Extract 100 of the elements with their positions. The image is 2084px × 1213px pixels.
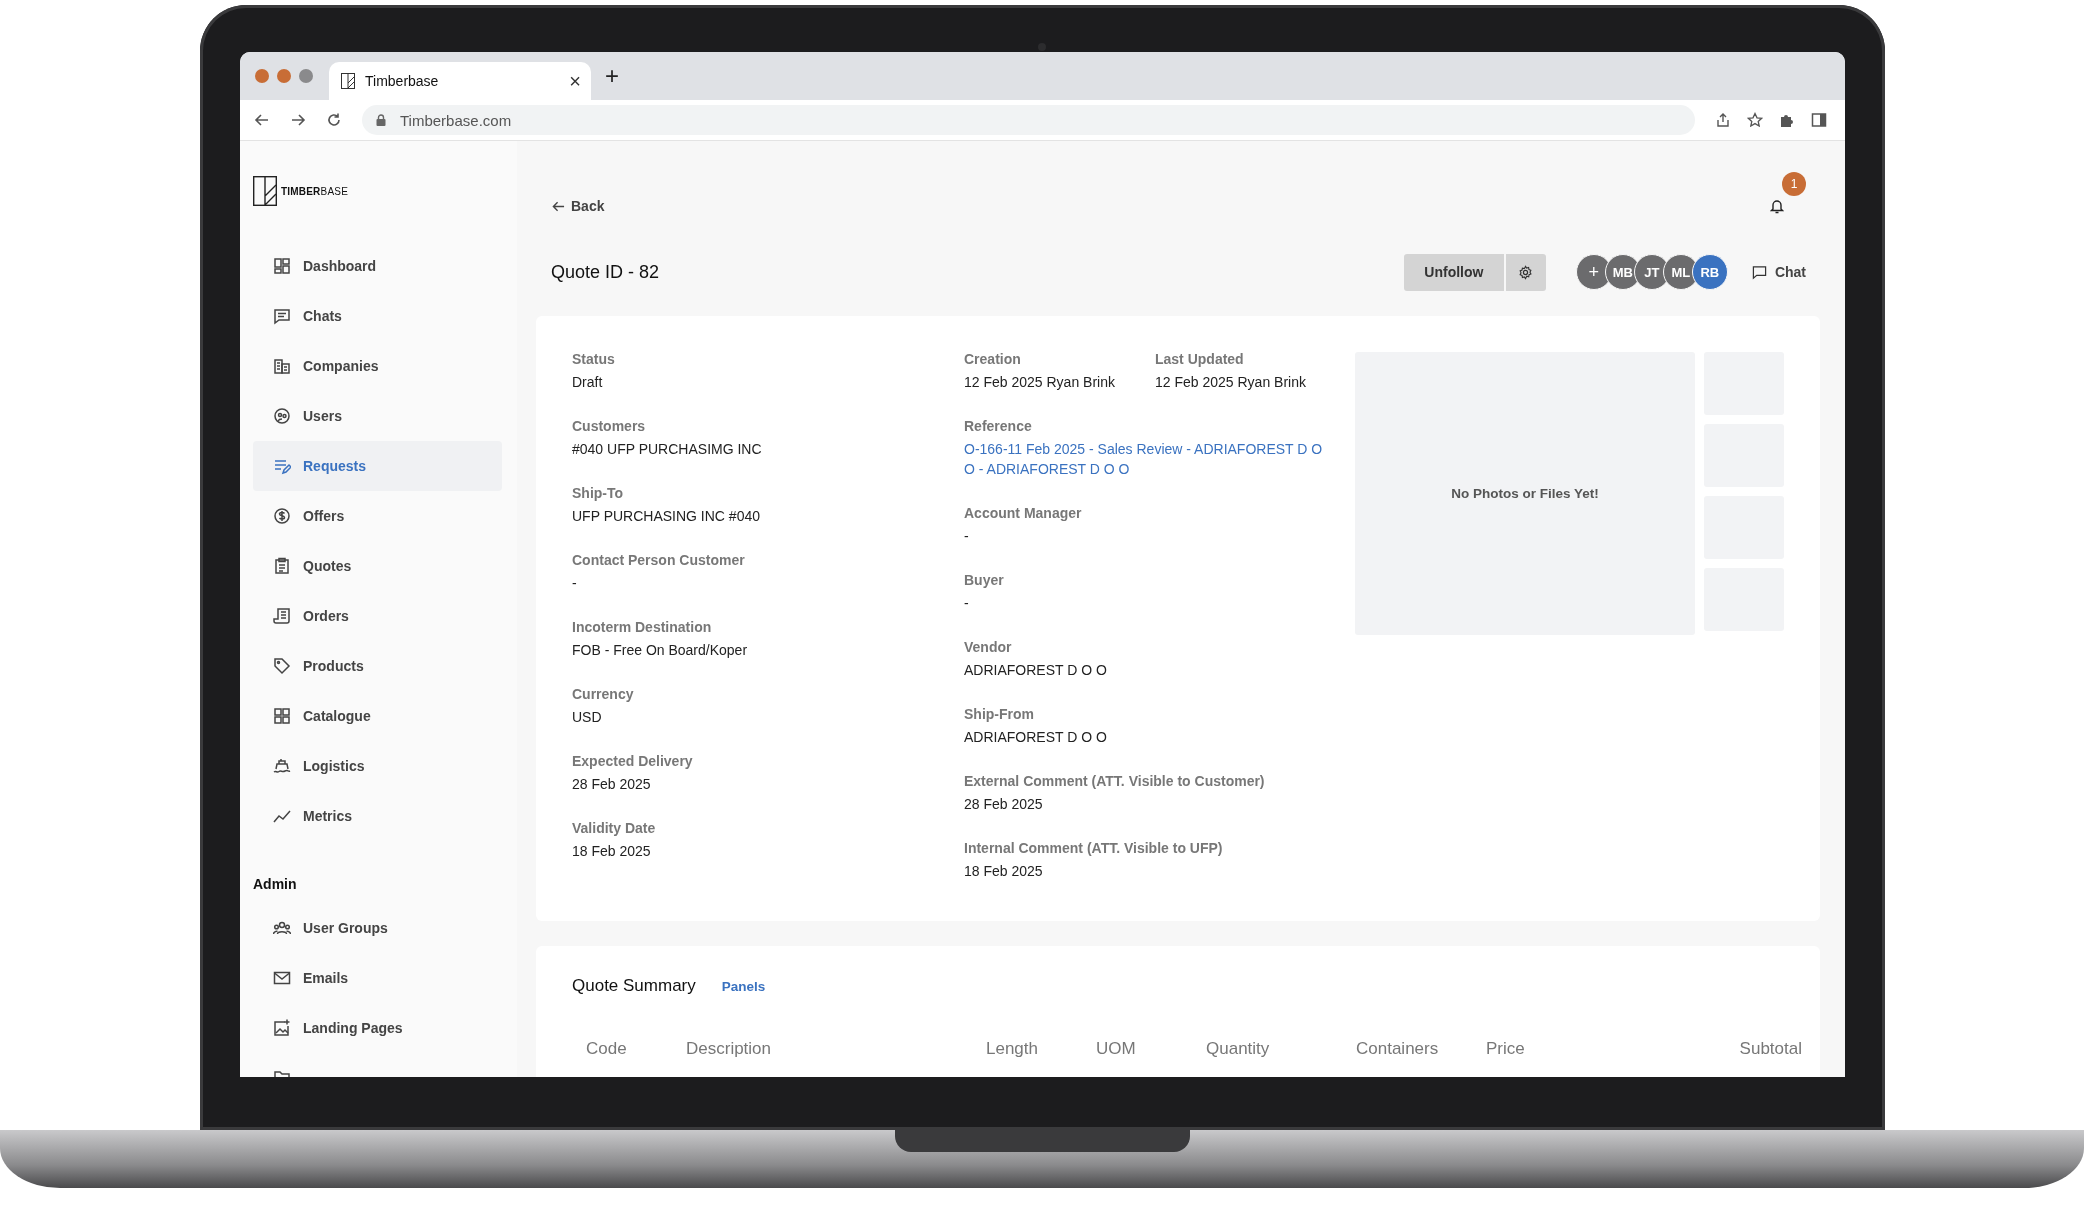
reload-icon[interactable] bbox=[326, 112, 342, 128]
dashboard-icon bbox=[273, 257, 291, 275]
unfollow-button[interactable]: Unfollow bbox=[1403, 253, 1504, 291]
sidebar-item[interactable]: Emails bbox=[253, 953, 502, 1003]
field-value: 12 Feb 2025 Ryan Brink bbox=[1155, 373, 1306, 392]
field-label: Buyer bbox=[964, 571, 1004, 590]
field-label: Incoterm Destination bbox=[572, 618, 713, 637]
field-value: 28 Feb 2025 bbox=[572, 775, 652, 794]
field-value: FOB - Free On Board/Koper bbox=[572, 641, 749, 660]
user-icon bbox=[273, 407, 291, 425]
field-label: Vendor bbox=[964, 638, 1013, 657]
sidebar-item[interactable]: Dashboard bbox=[253, 241, 502, 291]
add-image-icon bbox=[273, 1019, 291, 1037]
settings-button[interactable] bbox=[1505, 253, 1546, 291]
field-value: 12 Feb 2025 Ryan Brink bbox=[964, 373, 1116, 392]
field-label: Status bbox=[572, 350, 616, 369]
ship-icon bbox=[273, 757, 291, 775]
sidebar-item[interactable]: Landing Pages bbox=[253, 1003, 502, 1053]
dollar-icon bbox=[273, 507, 291, 525]
page-title: Quote ID - 82 bbox=[551, 261, 660, 283]
sidebar-item[interactable]: Products bbox=[253, 641, 502, 691]
field-label: Currency bbox=[572, 685, 635, 704]
close-window-icon[interactable] bbox=[255, 69, 269, 83]
back-link[interactable]: Back bbox=[552, 198, 605, 214]
column-header: Description bbox=[686, 1039, 773, 1059]
logo-wordmark: TIMBERBASE bbox=[281, 185, 348, 197]
field-value: ADRIAFOREST D O O bbox=[964, 728, 1107, 747]
panels-link[interactable]: Panels bbox=[721, 978, 766, 994]
logo-icon bbox=[341, 73, 355, 89]
section-title: Quote Summary bbox=[572, 976, 696, 996]
field-value: - bbox=[964, 527, 970, 546]
address-bar[interactable]: Timberbase.com bbox=[362, 105, 1695, 135]
field-label: External Comment (ATT. Visible to Customer) bbox=[964, 772, 1265, 791]
section-heading: Admin bbox=[253, 875, 298, 894]
forward-arrow-icon[interactable] bbox=[290, 112, 306, 128]
back-arrow-icon[interactable] bbox=[254, 112, 270, 128]
sidebar-item[interactable]: Users bbox=[253, 391, 502, 441]
browser-tab[interactable]: Timberbase × bbox=[329, 62, 591, 100]
field-label: Contact Person Customer bbox=[572, 551, 746, 570]
column-header: Containers bbox=[1356, 1039, 1440, 1059]
field-label: Validity Date bbox=[572, 819, 657, 838]
sidebar-item[interactable]: Quotes bbox=[253, 541, 502, 591]
camera-icon bbox=[1038, 43, 1046, 51]
column-header: Code bbox=[586, 1039, 628, 1059]
column-header: Quantity bbox=[1206, 1039, 1271, 1059]
column-header: Subtotal bbox=[1738, 1039, 1802, 1059]
field-label: Last Updated bbox=[1155, 350, 1245, 369]
logo-icon bbox=[253, 176, 277, 206]
sidebar-item[interactable]: Orders bbox=[253, 591, 502, 641]
field-value: ADRIAFOREST D O O bbox=[964, 661, 1107, 680]
field-value: - bbox=[964, 594, 970, 613]
sidebar-item[interactable]: User Groups bbox=[253, 903, 502, 953]
chat-icon bbox=[273, 307, 291, 325]
clipboard-icon bbox=[273, 557, 291, 575]
field-label: Internal Comment (ATT. Visible to UFP) bbox=[964, 839, 1223, 858]
share-icon[interactable] bbox=[1715, 112, 1731, 128]
empty-message: No Photos or Files Yet! bbox=[1451, 486, 1599, 501]
notification-badge: 1 bbox=[1782, 172, 1806, 196]
sidebar-item[interactable]: Metrics bbox=[253, 791, 502, 841]
maximize-window-icon[interactable] bbox=[299, 69, 313, 83]
lock-icon bbox=[376, 114, 386, 126]
field-value: 18 Feb 2025 bbox=[572, 842, 652, 861]
sidebar-item[interactable]: Offers bbox=[253, 491, 502, 541]
mail-icon bbox=[273, 969, 291, 987]
sidebar-item[interactable]: Companies bbox=[253, 341, 502, 391]
minimize-window-icon[interactable] bbox=[277, 69, 291, 83]
tag-icon bbox=[273, 657, 291, 675]
settings-icon bbox=[1518, 264, 1534, 280]
sidebar-item[interactable]: Chats bbox=[253, 291, 502, 341]
sidebar-item[interactable]: Logistics bbox=[253, 741, 502, 791]
field-label: Creation bbox=[964, 350, 1022, 369]
star-icon[interactable] bbox=[1747, 112, 1763, 128]
column-header: Length bbox=[986, 1039, 1039, 1059]
side-panel-icon[interactable] bbox=[1811, 112, 1827, 128]
edit-list-icon bbox=[273, 457, 291, 475]
field-value: 18 Feb 2025 bbox=[964, 862, 1044, 881]
avatar[interactable]: RB bbox=[1691, 254, 1728, 290]
field-label: Expected Delivery bbox=[572, 752, 694, 771]
receipt-icon bbox=[273, 607, 291, 625]
field-value: #040 UFP PURCHASIMG INC bbox=[572, 440, 763, 459]
field-value: 28 Feb 2025 bbox=[964, 795, 1044, 814]
field-value: - bbox=[572, 574, 578, 593]
sidebar-item[interactable]: Requests bbox=[253, 441, 502, 491]
field-value: UFP PURCHASING INC #040 bbox=[572, 507, 761, 526]
puzzle-icon[interactable] bbox=[1779, 112, 1795, 128]
field-label: Customers bbox=[572, 417, 647, 436]
users-icon bbox=[273, 919, 291, 937]
reference-link[interactable]: O-166-11 Feb 2025 - Sales Review - ADRIAFOREST D O O - ADRIAFOREST D O O bbox=[964, 439, 1324, 479]
bell-icon[interactable] bbox=[1770, 198, 1784, 214]
sidebar-item[interactable]: Catalogue bbox=[253, 691, 502, 741]
column-header: Price bbox=[1486, 1039, 1526, 1059]
field-label: Reference bbox=[964, 417, 1033, 436]
close-tab-button[interactable]: × bbox=[569, 71, 581, 91]
field-label: Ship-To bbox=[572, 484, 625, 503]
field-label: Account Manager bbox=[964, 504, 1082, 523]
chat-button[interactable]: Chat bbox=[1747, 260, 1810, 284]
building-icon bbox=[273, 357, 291, 375]
speech-bubble-icon bbox=[1751, 264, 1767, 280]
new-tab-button[interactable]: + bbox=[605, 64, 619, 88]
field-value: USD bbox=[572, 708, 603, 727]
